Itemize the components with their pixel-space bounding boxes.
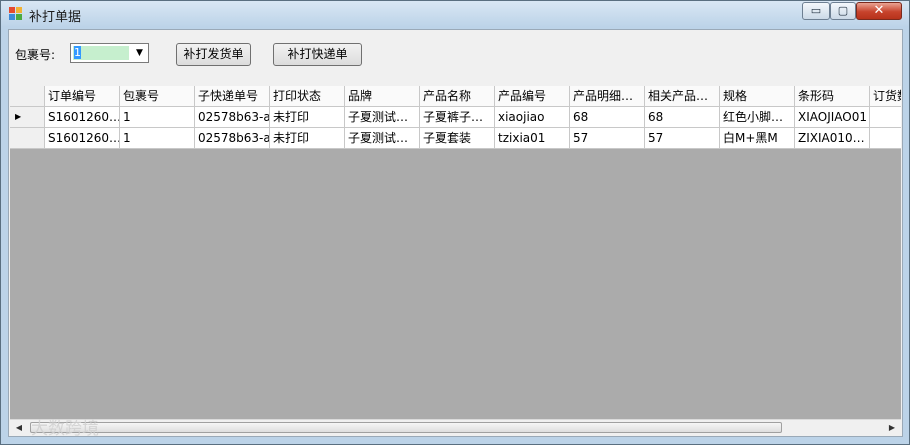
maximize-icon: ▢ <box>837 4 849 17</box>
table-cell[interactable]: 1 <box>120 128 195 149</box>
package-number-select[interactable]: 1 ▼ <box>70 43 149 63</box>
reprint-delivery-button[interactable]: 补打发货单 <box>176 43 251 66</box>
package-number-value[interactable]: 1 <box>73 46 129 60</box>
column-header[interactable]: 相关产品… <box>645 86 720 107</box>
table-cell[interactable]: xiaojiao <box>495 107 570 128</box>
table-cell[interactable]: 02578b63-a <box>195 107 270 128</box>
column-header[interactable]: 子快递单号 <box>195 86 270 107</box>
title-bar[interactable]: 补打单据 ▭ ▢ ✕ <box>1 1 909 27</box>
table-cell[interactable]: 未打印 <box>270 107 345 128</box>
column-header[interactable]: 产品明细… <box>570 86 645 107</box>
column-header[interactable]: 条形码 <box>795 86 870 107</box>
reprint-express-button[interactable]: 补打快递单 <box>273 43 362 66</box>
horizontal-scrollbar[interactable]: ◀ ▶ <box>10 419 901 436</box>
table-cell[interactable]: 子夏测试… <box>345 128 420 149</box>
table-cell[interactable]: 红色小脚… <box>720 107 795 128</box>
table-cell[interactable] <box>870 128 901 149</box>
column-header[interactable]: 规格 <box>720 86 795 107</box>
table-row[interactable]: S1601260… 1 02578b63-a 未打印 子夏测试… 子夏套装 tz… <box>10 128 901 149</box>
row-header[interactable] <box>10 128 45 149</box>
main-window: 补打单据 ▭ ▢ ✕ 包裹号: 1 ▼ 补打发货单 补打快递单 订单编号 包裹号… <box>0 0 910 445</box>
column-header[interactable]: 产品名称 <box>420 86 495 107</box>
table-cell[interactable]: S1601260… <box>45 128 120 149</box>
current-row-icon[interactable]: ▶ <box>10 107 45 128</box>
watermark-logo: 大数跨境 <box>31 419 99 439</box>
table-cell[interactable]: XIAOJIAO01 <box>795 107 870 128</box>
table-cell[interactable]: 68 <box>570 107 645 128</box>
column-header[interactable]: 订单编号 <box>45 86 120 107</box>
close-icon: ✕ <box>873 3 885 18</box>
table-cell[interactable]: ZIXIA010… <box>795 128 870 149</box>
minimize-button[interactable]: ▭ <box>802 2 830 20</box>
table-cell[interactable]: 白M+黑M <box>720 128 795 149</box>
table-cell[interactable]: tzixia01 <box>495 128 570 149</box>
minimize-icon: ▭ <box>810 4 822 17</box>
column-header[interactable]: 产品编号 <box>495 86 570 107</box>
table-cell[interactable]: 子夏套装 <box>420 128 495 149</box>
column-header[interactable]: 包裹号 <box>120 86 195 107</box>
column-header[interactable]: 订货数 <box>870 86 901 107</box>
table-cell[interactable]: 子夏裤子… <box>420 107 495 128</box>
table-cell[interactable] <box>870 107 901 128</box>
scroll-right-icon[interactable]: ▶ <box>886 422 898 434</box>
maximize-button[interactable]: ▢ <box>830 2 856 20</box>
column-header[interactable]: 打印状态 <box>270 86 345 107</box>
table-cell[interactable]: 02578b63-a <box>195 128 270 149</box>
table-cell[interactable]: 未打印 <box>270 128 345 149</box>
table-cell[interactable]: 1 <box>120 107 195 128</box>
table-cell[interactable]: 57 <box>570 128 645 149</box>
table-cell[interactable]: 子夏测试… <box>345 107 420 128</box>
table-row[interactable]: ▶ S1601260… 1 02578b63-a 未打印 子夏测试… 子夏裤子…… <box>10 107 901 128</box>
table-cell[interactable]: S1601260… <box>45 107 120 128</box>
close-button[interactable]: ✕ <box>856 2 902 20</box>
scroll-left-icon[interactable]: ◀ <box>13 422 25 434</box>
column-header[interactable]: 品牌 <box>345 86 420 107</box>
client-area: 包裹号: 1 ▼ 补打发货单 补打快递单 订单编号 包裹号 子快递单号 打印状态… <box>8 29 903 439</box>
chevron-down-icon[interactable]: ▼ <box>131 44 148 62</box>
app-icon <box>9 7 23 21</box>
scrollbar-thumb[interactable] <box>30 422 782 433</box>
table-cell[interactable]: 57 <box>645 128 720 149</box>
row-header-corner <box>10 86 45 107</box>
window-title: 补打单据 <box>29 10 82 25</box>
package-number-label: 包裹号: <box>15 48 56 62</box>
grid-header: 订单编号 包裹号 子快递单号 打印状态 品牌 产品名称 产品编号 产品明细… 相… <box>10 86 901 107</box>
table-cell[interactable]: 68 <box>645 107 720 128</box>
data-grid[interactable]: 订单编号 包裹号 子快递单号 打印状态 品牌 产品名称 产品编号 产品明细… 相… <box>10 86 901 436</box>
